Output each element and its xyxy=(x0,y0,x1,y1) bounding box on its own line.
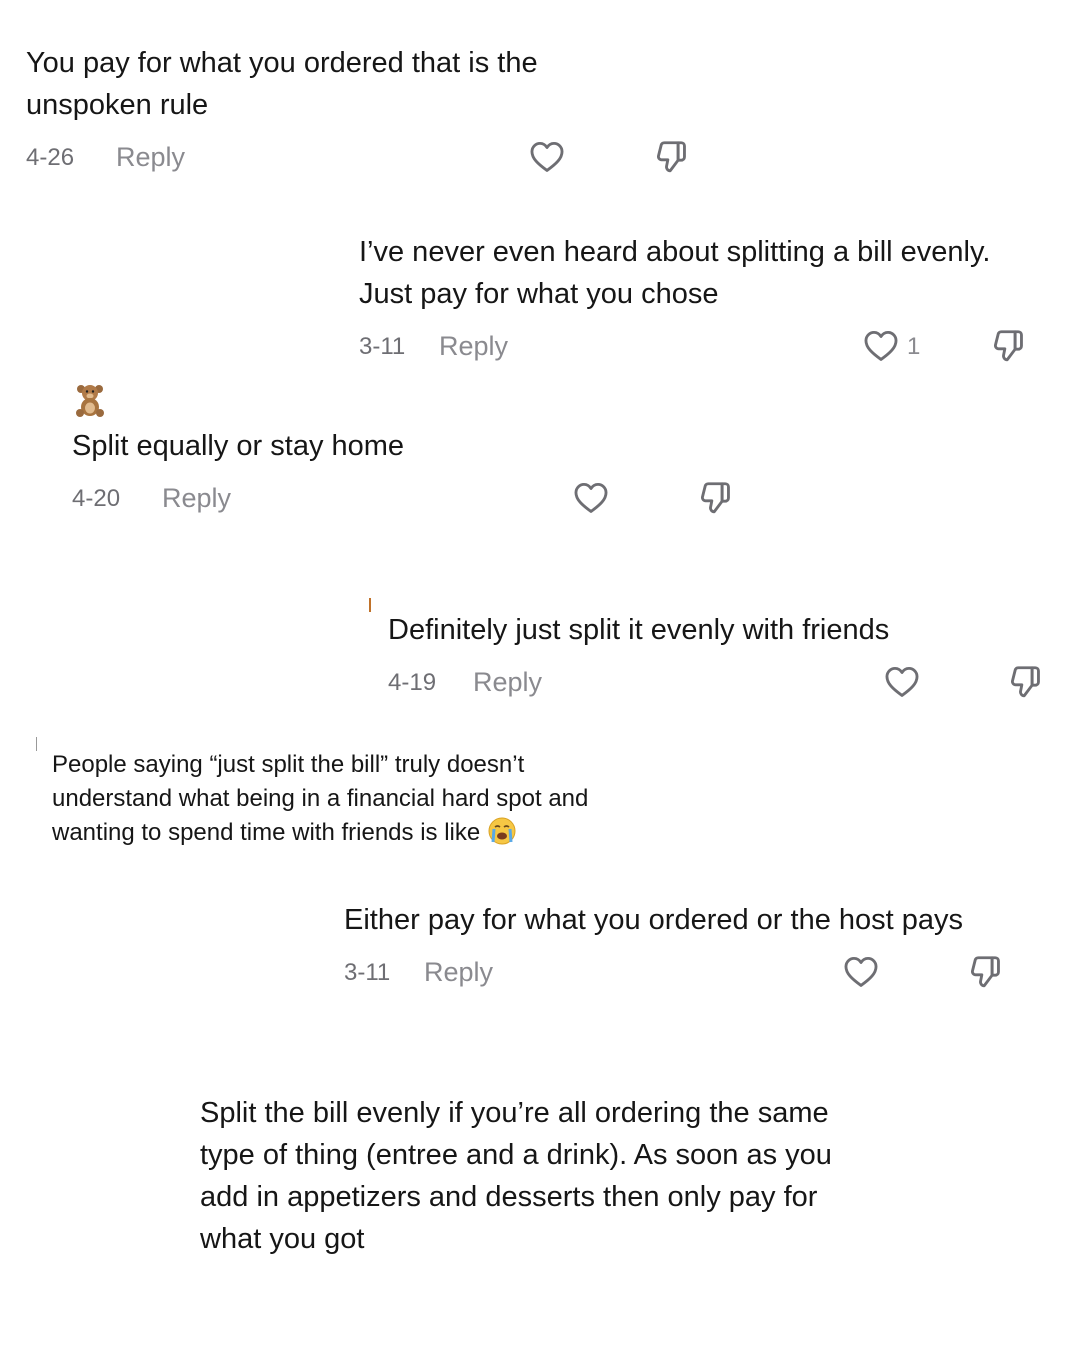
heart-icon[interactable] xyxy=(572,479,610,513)
like-count: 1 xyxy=(907,333,921,360)
thumbs-down-icon[interactable] xyxy=(989,327,1027,365)
thumbs-down-icon[interactable] xyxy=(652,138,690,176)
comment-date: 3-11 xyxy=(344,959,391,986)
comment-date: 4-20 xyxy=(72,485,121,512)
comment-text: Split the bill evenly if you’re all orde… xyxy=(200,1097,832,1255)
comment-meta: 4-19 Reply xyxy=(388,663,1058,703)
comment-text: You pay for what you ordered that is the… xyxy=(26,47,538,121)
comment-6: Either pay for what you ordered or the h… xyxy=(344,899,994,993)
heart-icon[interactable] xyxy=(842,953,880,987)
reply-button[interactable]: Reply xyxy=(424,957,493,988)
teddy-bear-emoji xyxy=(72,382,108,418)
comment-text: Split equally or stay home xyxy=(72,430,405,462)
reply-button[interactable]: Reply xyxy=(162,483,231,514)
comment-text: Either pay for what you ordered or the h… xyxy=(344,904,964,936)
comment-meta: 4-26 Reply xyxy=(26,138,706,178)
comment-5: People saying “just split the bill” trul… xyxy=(52,748,612,850)
comment-meta: 3-11 Reply 1 xyxy=(359,327,1049,367)
comment-2: I’ve never even heard about splitting a … xyxy=(359,231,1019,367)
comment-7: Split the bill evenly if you’re all orde… xyxy=(200,1092,850,1260)
text-cursor-mark xyxy=(369,598,371,612)
comment-date: 3-11 xyxy=(359,333,406,360)
thumbs-down-icon[interactable] xyxy=(1006,663,1044,701)
comment-1: You pay for what you ordered that is the… xyxy=(26,42,646,178)
comment-date: 4-19 xyxy=(388,669,437,696)
comment-3: Split equally or stay home 4-20 Reply xyxy=(72,425,672,519)
thumbs-down-icon[interactable] xyxy=(966,953,1004,991)
heart-icon[interactable] xyxy=(528,138,566,172)
text-cursor-mark xyxy=(36,737,37,751)
comment-meta: 3-11 Reply xyxy=(344,953,1024,993)
reply-button[interactable]: Reply xyxy=(473,667,542,698)
comment-text: I’ve never even heard about splitting a … xyxy=(359,236,991,310)
comment-4: Definitely just split it evenly with fri… xyxy=(388,609,1048,703)
comment-meta: 4-20 Reply xyxy=(72,479,752,519)
reply-button[interactable]: Reply xyxy=(116,142,185,173)
heart-icon[interactable] xyxy=(883,663,921,697)
loudly-crying-emoji xyxy=(487,816,517,846)
thumbs-down-icon[interactable] xyxy=(696,479,734,517)
comment-text: People saying “just split the bill” trul… xyxy=(52,751,589,846)
reply-button[interactable]: Reply xyxy=(439,331,508,362)
comment-text: Definitely just split it evenly with fri… xyxy=(388,614,890,646)
heart-icon[interactable] xyxy=(862,327,900,361)
comment-date: 4-26 xyxy=(26,144,75,171)
